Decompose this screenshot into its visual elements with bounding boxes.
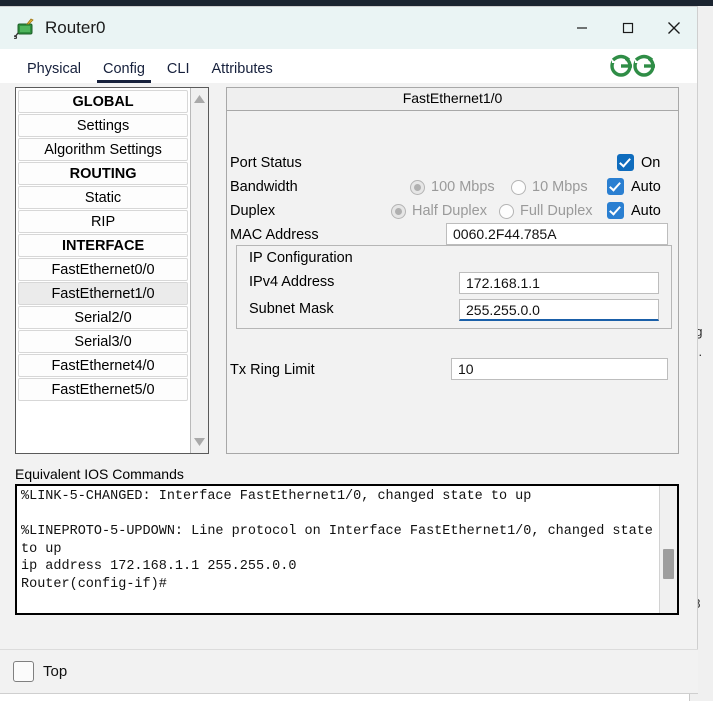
ios-console-scroll-thumb[interactable]: [663, 549, 674, 579]
minimize-button[interactable]: [559, 7, 605, 49]
duplex-full-radio[interactable]: [499, 203, 514, 219]
bandwidth-auto-checkbox[interactable]: [607, 178, 624, 195]
bandwidth-10mbps-label: 10 Mbps: [532, 179, 588, 195]
duplex-auto-checkbox[interactable]: [607, 202, 624, 219]
tab-list: Physical Config CLI Attributes: [0, 49, 284, 83]
port-status-checkbox[interactable]: [617, 154, 634, 171]
sidebar-item-settings[interactable]: Settings: [18, 114, 189, 137]
tab-physical[interactable]: Physical: [16, 61, 92, 84]
sidebar-scrollbar[interactable]: [190, 88, 208, 453]
bandwidth-label: Bandwidth: [230, 179, 298, 195]
sidebar-item-fastethernet5-0[interactable]: FastEthernet5/0: [18, 378, 189, 401]
tab-bar: Physical Config CLI Attributes: [0, 49, 697, 83]
scroll-up-arrow-icon[interactable]: [191, 90, 208, 108]
sidebar-item-serial3-0[interactable]: Serial3/0: [18, 330, 189, 353]
config-tree-items: GLOBAL Settings Algorithm Settings ROUTI…: [16, 88, 190, 453]
sidebar-item-routing[interactable]: ROUTING: [18, 162, 189, 185]
subnet-mask-label: Subnet Mask: [249, 301, 334, 317]
config-content-area: GLOBAL Settings Algorithm Settings ROUTI…: [0, 83, 698, 693]
duplex-full-label: Full Duplex: [520, 203, 593, 219]
interface-config-panel: FastEthernet1/0 Port Status On Bandwidth…: [226, 87, 679, 454]
router-icon: [12, 17, 36, 40]
bandwidth-100mbps-label: 100 Mbps: [431, 179, 495, 195]
router-config-window: Router0 Physical Config CLI Attributes G…: [0, 6, 698, 694]
window-title: Router0: [45, 18, 106, 37]
sidebar-item-interface[interactable]: INTERFACE: [18, 234, 189, 257]
duplex-half-radio[interactable]: [391, 203, 406, 219]
window-titlebar: Router0: [0, 7, 697, 49]
geeksforgeeks-logo-icon: [605, 51, 661, 81]
ios-commands-title: Equivalent IOS Commands: [15, 466, 184, 482]
window-controls: [559, 7, 697, 49]
duplex-row: Duplex Half Duplex Full Duplex Auto: [227, 201, 678, 225]
bandwidth-10mbps-group[interactable]: 10 Mbps: [511, 179, 588, 195]
ios-commands-text: %LINK-5-CHANGED: Interface FastEthernet1…: [21, 489, 653, 592]
tx-ring-limit-row: Tx Ring Limit 10: [227, 358, 678, 384]
sidebar-item-global[interactable]: GLOBAL: [18, 90, 189, 113]
bandwidth-100mbps-group[interactable]: 100 Mbps: [410, 179, 495, 195]
tab-attributes[interactable]: Attributes: [201, 61, 284, 84]
bandwidth-10mbps-radio[interactable]: [511, 179, 526, 195]
tx-ring-limit-label: Tx Ring Limit: [230, 362, 315, 378]
interface-panel-title: FastEthernet1/0: [227, 88, 678, 111]
tab-config[interactable]: Config: [92, 61, 156, 84]
maximize-button[interactable]: [605, 7, 651, 49]
ios-commands-console[interactable]: %LINK-5-CHANGED: Interface FastEthernet1…: [15, 484, 679, 615]
top-checkbox-label: Top: [43, 663, 68, 680]
sidebar-item-serial2-0[interactable]: Serial2/0: [18, 306, 189, 329]
titlebar-left-group: Router0: [0, 17, 106, 40]
duplex-full-group[interactable]: Full Duplex: [499, 203, 593, 219]
tab-cli[interactable]: CLI: [156, 61, 201, 84]
config-tree-sidebar: GLOBAL Settings Algorithm Settings ROUTI…: [15, 87, 209, 454]
sidebar-item-static[interactable]: Static: [18, 186, 189, 209]
tx-ring-limit-input[interactable]: 10: [451, 358, 668, 380]
bandwidth-row: Bandwidth 100 Mbps 10 Mbps Auto: [227, 177, 678, 201]
bandwidth-auto-label: Auto: [631, 178, 661, 195]
top-checkbox[interactable]: [13, 661, 34, 682]
bandwidth-auto-group[interactable]: Auto: [607, 178, 661, 195]
duplex-auto-group[interactable]: Auto: [607, 202, 661, 219]
sidebar-item-rip[interactable]: RIP: [18, 210, 189, 233]
subnet-mask-input[interactable]: 255.255.0.0: [459, 299, 659, 321]
port-status-label: Port Status: [230, 155, 302, 171]
duplex-half-label: Half Duplex: [412, 203, 487, 219]
port-status-on-label: On: [641, 154, 661, 171]
ipv4-address-label: IPv4 Address: [249, 274, 335, 290]
ip-configuration-group: IP Configuration IPv4 Address 172.168.1.…: [236, 245, 672, 329]
sidebar-item-fastethernet1-0[interactable]: FastEthernet1/0: [18, 282, 189, 305]
port-status-row: Port Status On: [227, 153, 678, 177]
sidebar-item-fastethernet4-0[interactable]: FastEthernet4/0: [18, 354, 189, 377]
mac-address-label: MAC Address: [230, 227, 319, 243]
ip-configuration-legend: IP Configuration: [249, 250, 353, 266]
duplex-auto-label: Auto: [631, 202, 661, 219]
ios-console-scrollbar[interactable]: [659, 486, 677, 613]
equivalent-ios-commands-section: Equivalent IOS Commands %LINK-5-CHANGED:…: [15, 466, 679, 615]
port-status-checkbox-group[interactable]: On: [617, 154, 660, 171]
scroll-down-arrow-icon[interactable]: [191, 433, 208, 451]
sidebar-item-algorithm-settings[interactable]: Algorithm Settings: [18, 138, 189, 161]
duplex-half-group[interactable]: Half Duplex: [391, 203, 487, 219]
duplex-label: Duplex: [230, 203, 276, 219]
sidebar-item-fastethernet0-0[interactable]: FastEthernet0/0: [18, 258, 189, 281]
mac-address-input[interactable]: 0060.2F44.785A: [446, 223, 668, 245]
ipv4-address-input[interactable]: 172.168.1.1: [459, 272, 659, 294]
bandwidth-100mbps-radio[interactable]: [410, 179, 425, 195]
window-bottom-bar: Top: [0, 649, 698, 693]
interface-panel-body: Port Status On Bandwidth 100 Mbps 10 Mbp…: [227, 111, 678, 454]
close-button[interactable]: [651, 7, 697, 49]
